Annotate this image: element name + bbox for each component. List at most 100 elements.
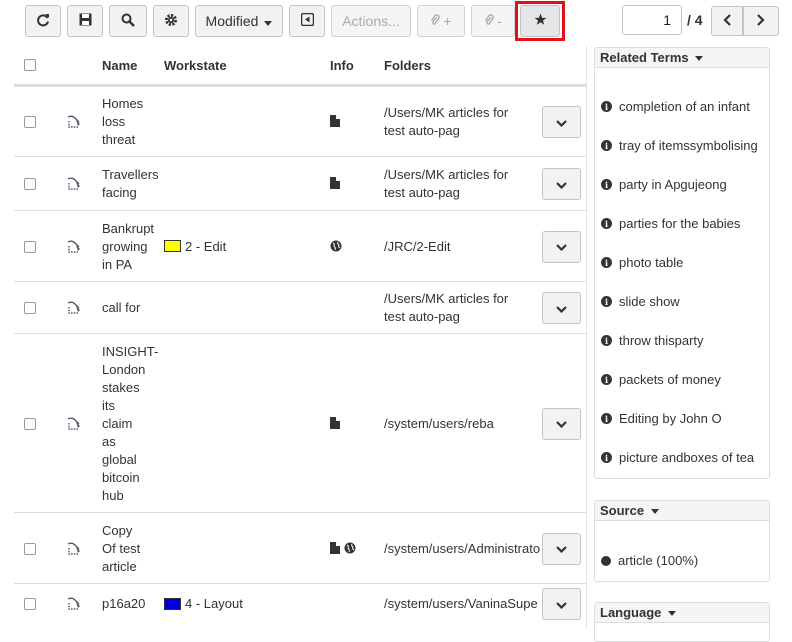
related-term[interactable]: i parties for the babies xyxy=(601,216,740,231)
related-term[interactable]: i party in Apgujeong xyxy=(601,177,727,192)
search-button[interactable] xyxy=(109,5,147,37)
row-checkbox[interactable] xyxy=(24,542,36,555)
document-type-icon xyxy=(66,114,82,130)
row-menu-button[interactable] xyxy=(542,532,581,565)
related-term[interactable]: i packets of money xyxy=(601,372,721,387)
row-name[interactable]: p16a20 xyxy=(102,595,158,613)
row-menu-button[interactable] xyxy=(542,168,581,200)
row-folder-line: /system/users/Administrato xyxy=(384,540,541,556)
chevron-down-icon xyxy=(556,597,567,612)
row-name[interactable]: INSIGHT- London stakes its claim as global bitc… xyxy=(102,343,158,505)
caret-down-icon xyxy=(264,13,273,29)
table-row[interactable]: Travellers facing/Users/MK articles for te… xyxy=(14,156,587,210)
attach-remove-button[interactable]: - xyxy=(471,5,515,37)
header-folders[interactable]: Folders xyxy=(384,58,431,73)
settings-button[interactable] xyxy=(153,5,189,37)
row-name-line: in PA xyxy=(102,256,133,272)
related-term[interactable]: i slide show xyxy=(601,294,680,309)
row-name-line: loss xyxy=(102,114,126,129)
row-name[interactable]: Bankrupt growing in PA xyxy=(102,220,158,274)
related-terms-header[interactable]: Related Terms xyxy=(595,48,769,68)
row-folder: /system/users/reba xyxy=(384,415,544,433)
source-item[interactable]: article (100%) xyxy=(601,553,698,568)
table-row[interactable]: Homes loss threat/Users/MK articles for tes… xyxy=(14,86,587,156)
info-icon: i xyxy=(601,413,612,424)
next-page-button[interactable] xyxy=(743,6,779,36)
row-checkbox[interactable] xyxy=(24,417,36,430)
source-header[interactable]: Source xyxy=(595,501,769,521)
bullet-icon xyxy=(601,555,611,566)
related-term[interactable]: i photo table xyxy=(601,255,683,270)
row-checkbox[interactable] xyxy=(24,598,36,610)
related-term[interactable]: i Editing by John O xyxy=(601,411,722,426)
attach-remove-label: - xyxy=(497,13,502,29)
attach-add-button[interactable]: + xyxy=(417,5,465,37)
row-name-line: as xyxy=(102,433,116,449)
document-type-icon xyxy=(66,239,82,255)
row-checkbox[interactable] xyxy=(24,116,36,128)
row-name-line: Of test xyxy=(102,540,141,556)
refresh-button[interactable] xyxy=(25,5,61,37)
source-item-label: article (100%) xyxy=(618,553,699,568)
collapse-left-button[interactable] xyxy=(289,5,325,37)
row-checkbox[interactable] xyxy=(24,240,36,253)
prev-page-button[interactable] xyxy=(711,6,743,36)
refresh-icon xyxy=(36,13,50,30)
header-info[interactable]: Info xyxy=(330,58,354,73)
table-row[interactable]: call for/Users/MK articles for test auto-… xyxy=(14,281,587,333)
row-folder-line: /JRC/2-Edit xyxy=(384,238,451,254)
row-menu-button[interactable] xyxy=(542,106,581,138)
table-row[interactable]: p16a20 4 - Layout/system/users/VaninaSupe xyxy=(14,583,587,623)
header-workstate[interactable]: Workstate xyxy=(164,58,227,73)
actions-button[interactable]: Actions... xyxy=(331,5,411,37)
document-type-icon xyxy=(66,541,82,557)
row-checkbox[interactable] xyxy=(24,302,36,314)
table-row[interactable]: Bankrupt growing in PA 2 - Edit/JRC/2-Edit xyxy=(14,210,587,281)
select-all-checkbox[interactable] xyxy=(24,59,36,71)
workstate-swatch xyxy=(164,240,181,252)
info-icon: i xyxy=(601,140,612,151)
page-number-input[interactable]: 1 xyxy=(622,5,682,35)
related-term[interactable]: i throw thisparty xyxy=(601,333,704,348)
table-row[interactable]: Copy Of test article/system/users/Administ… xyxy=(14,512,587,583)
row-name-line: call for xyxy=(102,300,141,315)
info-icon: i xyxy=(601,374,612,385)
chevron-down-icon xyxy=(556,301,567,316)
row-checkbox[interactable] xyxy=(24,178,36,190)
row-menu-button[interactable] xyxy=(542,292,581,324)
related-term[interactable]: i picture andboxes of tea xyxy=(601,450,754,465)
info-icon: i xyxy=(601,218,612,229)
row-name-line: Travellers xyxy=(102,167,158,182)
related-term[interactable]: i tray of itemssymbolising xyxy=(601,138,758,153)
info-icon: i xyxy=(601,452,612,463)
row-folder-line: /Users/MK articles for xyxy=(384,105,509,120)
related-term-label: parties for the babies xyxy=(619,216,741,231)
document-type-icon xyxy=(66,176,82,192)
related-term-label: packets of money xyxy=(619,372,721,387)
row-folder-line: test auto-pag xyxy=(384,123,460,138)
row-menu-button[interactable] xyxy=(542,588,581,620)
table-row[interactable]: INSIGHT- London stakes its claim as global bitc… xyxy=(14,333,587,512)
row-name[interactable]: Travellers facing xyxy=(102,166,158,202)
row-name-line: London xyxy=(102,361,146,377)
row-name-line: facing xyxy=(102,185,137,200)
header-name[interactable]: Name xyxy=(102,58,137,73)
paperclip-icon xyxy=(430,13,441,29)
workstate-swatch xyxy=(164,597,181,610)
row-menu-button[interactable] xyxy=(542,230,581,263)
row-name-line: p16a20 xyxy=(102,596,146,611)
row-name[interactable]: Copy Of test article xyxy=(102,522,158,576)
row-name[interactable]: call for xyxy=(102,299,158,317)
document-icon xyxy=(330,541,340,557)
row-menu-button[interactable] xyxy=(542,407,581,440)
row-name-line: article xyxy=(102,558,137,574)
save-button[interactable] xyxy=(67,5,103,37)
row-name[interactable]: Homes loss threat xyxy=(102,95,158,149)
chevron-down-icon xyxy=(556,177,567,192)
row-folder-line: /system/users/reba xyxy=(384,415,494,431)
language-header[interactable]: Language xyxy=(595,603,769,623)
page-total: / 4 xyxy=(687,12,703,28)
related-term[interactable]: i completion of an infant xyxy=(601,99,750,114)
modified-dropdown[interactable]: Modified xyxy=(195,5,283,37)
row-info xyxy=(330,541,356,557)
